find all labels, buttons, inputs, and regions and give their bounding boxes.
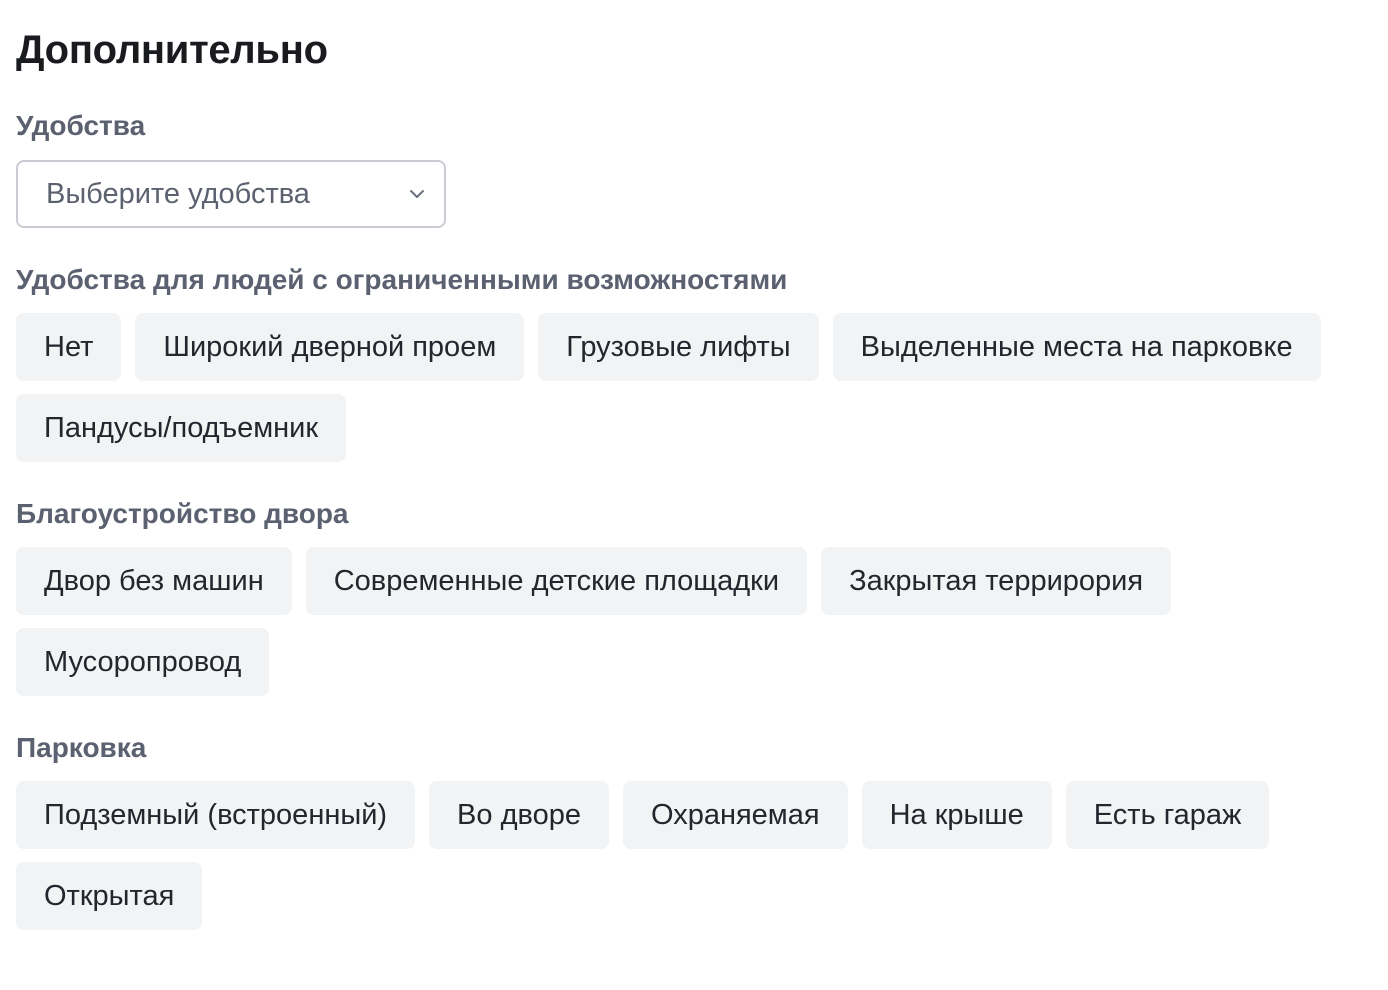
chip-ramps-lift[interactable]: Пандусы/подъемник	[16, 394, 347, 462]
yard-label: Благоустройство двора	[16, 498, 349, 529]
amenities-select[interactable]: Выберите удобства	[16, 160, 446, 228]
chip-garbage-chute[interactable]: Мусоропровод	[16, 628, 270, 696]
parking-options: Подземный (встроенный) Во дворе Охраняем…	[16, 781, 1356, 930]
chip-rooftop-parking[interactable]: На крыше	[861, 781, 1052, 849]
amenities-select-placeholder: Выберите удобства	[46, 177, 310, 210]
chip-underground-parking[interactable]: Подземный (встроенный)	[16, 781, 416, 849]
chip-yard-parking[interactable]: Во дворе	[429, 781, 609, 849]
chip-dedicated-parking[interactable]: Выделенные места на парковке	[832, 313, 1321, 381]
chip-garage[interactable]: Есть гараж	[1065, 781, 1270, 849]
parking-label: Парковка	[16, 732, 147, 763]
chip-car-free-yard[interactable]: Двор без машин	[16, 547, 292, 615]
chip-accessibility-none[interactable]: Нет	[16, 313, 122, 381]
accessibility-options: Нет Широкий дверной проем Грузовые лифты…	[16, 313, 1356, 462]
page-title: Дополнительно	[16, 28, 328, 72]
chip-guarded-parking[interactable]: Охраняемая	[622, 781, 848, 849]
yard-options: Двор без машин Современные детские площа…	[16, 547, 1356, 696]
chip-freight-elevators[interactable]: Грузовые лифты	[538, 313, 819, 381]
accessibility-label: Удобства для людей с ограниченными возмо…	[16, 264, 788, 295]
chevron-down-icon	[408, 185, 426, 203]
chip-closed-territory[interactable]: Закрытая террирория	[821, 547, 1172, 615]
chip-modern-playgrounds[interactable]: Современные детские площадки	[305, 547, 808, 615]
chip-open-parking[interactable]: Открытая	[16, 862, 203, 930]
amenities-label: Удобства	[16, 110, 146, 141]
additional-section: Дополнительно Удобства Выберите удобства…	[0, 0, 1388, 930]
chip-wide-doorway[interactable]: Широкий дверной проем	[135, 313, 525, 381]
